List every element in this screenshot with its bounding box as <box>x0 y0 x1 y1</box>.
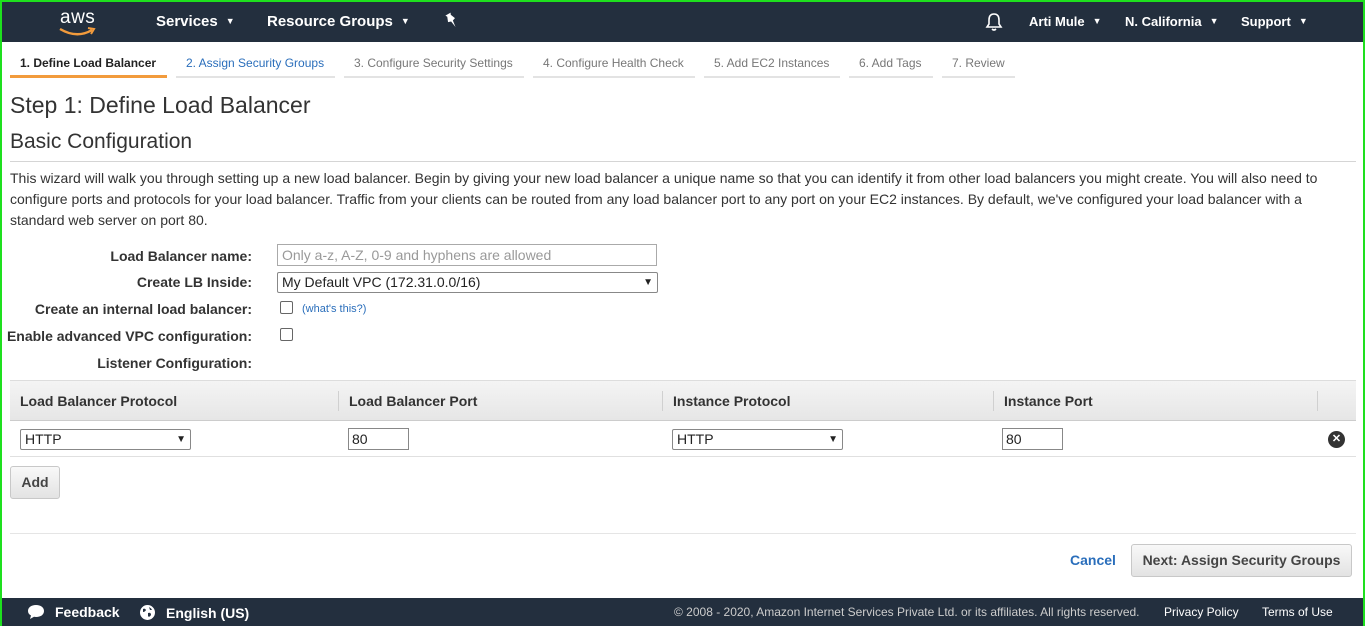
services-label: Services <box>156 13 218 30</box>
tab-assign-security-groups[interactable]: 2. Assign Security Groups <box>176 50 335 78</box>
tab-add-ec2-instances: 5. Add EC2 Instances <box>704 50 840 78</box>
page-title: Step 1: Define Load Balancer <box>10 92 311 118</box>
region-menu[interactable]: N. California ▼ <box>1125 14 1219 29</box>
lb-protocol-select[interactable]: HTTP ▼ <box>20 429 191 450</box>
feedback-label: Feedback <box>55 604 120 620</box>
services-menu[interactable]: Services ▼ <box>156 13 235 30</box>
region-name: N. California <box>1125 14 1202 29</box>
account-menu[interactable]: Arti Mule ▼ <box>1029 14 1102 29</box>
aws-logo[interactable]: aws <box>54 7 106 37</box>
instance-protocol-select[interactable]: HTTP ▼ <box>672 429 843 450</box>
chevron-down-icon: ▼ <box>176 434 186 445</box>
internal-lb-label: Create an internal load balancer: <box>34 301 252 317</box>
chevron-down-icon: ▼ <box>1209 16 1219 26</box>
lb-name-label: Load Balancer name: <box>110 248 252 264</box>
lb-name-input[interactable] <box>277 244 657 266</box>
resource-groups-label: Resource Groups <box>267 13 393 30</box>
vpc-select[interactable]: My Default VPC (172.31.0.0/16) ▼ <box>277 272 658 293</box>
tab-define-load-balancer[interactable]: 1. Define Load Balancer <box>10 50 167 78</box>
logo-smile-icon <box>59 27 96 36</box>
next-button[interactable]: Next: Assign Security Groups <box>1131 544 1352 577</box>
wizard-steps: 1. Define Load Balancer 2. Assign Securi… <box>2 50 1363 80</box>
footer: Feedback English (US) © 2008 - 2020, Ama… <box>2 598 1363 626</box>
chevron-down-icon: ▼ <box>1298 16 1308 26</box>
language-label: English (US) <box>166 605 250 621</box>
chevron-down-icon: ▼ <box>225 16 235 26</box>
feedback-link[interactable]: Feedback <box>27 604 120 620</box>
tab-add-tags: 6. Add Tags <box>849 50 933 78</box>
tab-review: 7. Review <box>942 50 1015 78</box>
intro-text: This wizard will walk you through settin… <box>10 170 1318 228</box>
instance-port-input[interactable]: 80 <box>1002 428 1063 450</box>
privacy-policy-link[interactable]: Privacy Policy <box>1164 605 1239 619</box>
account-name: Arti Mule <box>1029 14 1085 29</box>
language-selector[interactable]: English (US) <box>139 604 249 621</box>
chevron-down-icon: ▼ <box>643 277 653 288</box>
tab-configure-health-check: 4. Configure Health Check <box>533 50 695 78</box>
support-label: Support <box>1241 14 1291 29</box>
chevron-down-icon: ▼ <box>1092 16 1102 26</box>
feedback-icon <box>28 605 44 619</box>
instance-protocol-value: HTTP <box>677 431 714 447</box>
cancel-button[interactable]: Cancel <box>1070 552 1116 568</box>
col-lb-port: Load Balancer Port <box>349 393 478 409</box>
divider <box>10 533 1356 534</box>
column-divider <box>1317 391 1318 411</box>
bell-icon[interactable] <box>984 12 1004 36</box>
add-listener-button[interactable]: Add <box>10 466 60 499</box>
col-instance-protocol: Instance Protocol <box>673 393 791 409</box>
chevron-down-icon: ▼ <box>400 16 410 26</box>
listener-config-label: Listener Configuration: <box>97 355 252 371</box>
support-menu[interactable]: Support ▼ <box>1241 14 1308 29</box>
lb-port-input[interactable]: 80 <box>348 428 409 450</box>
listener-table-header: Load Balancer Protocol Load Balancer Por… <box>10 380 1356 421</box>
tab-configure-security-settings: 3. Configure Security Settings <box>344 50 524 78</box>
create-lb-inside-label: Create LB Inside: <box>136 274 252 290</box>
advanced-vpc-label: Enable advanced VPC configuration: <box>6 328 252 344</box>
lb-protocol-value: HTTP <box>25 431 62 447</box>
remove-icon[interactable]: ✕ <box>1328 431 1345 448</box>
resource-groups-menu[interactable]: Resource Groups ▼ <box>267 13 410 30</box>
section-title: Basic Configuration <box>10 130 193 153</box>
divider <box>10 161 1356 162</box>
logo-text: aws <box>60 7 96 28</box>
terms-of-use-link[interactable]: Terms of Use <box>1262 605 1333 619</box>
col-lb-protocol: Load Balancer Protocol <box>20 393 178 409</box>
internal-lb-checkbox[interactable] <box>280 301 293 314</box>
advanced-vpc-checkbox[interactable] <box>280 328 293 341</box>
vpc-select-value: My Default VPC (172.31.0.0/16) <box>282 274 481 290</box>
whats-this-link[interactable]: (what's this?) <box>302 303 366 315</box>
copyright-text: © 2008 - 2020, Amazon Internet Services … <box>674 605 1140 619</box>
top-navbar: aws Services ▼ Resource Groups ▼ Arti Mule… <box>2 2 1363 42</box>
pin-icon[interactable] <box>444 12 460 34</box>
globe-icon <box>140 605 155 620</box>
col-instance-port: Instance Port <box>1004 393 1093 409</box>
chevron-down-icon: ▼ <box>828 434 838 445</box>
